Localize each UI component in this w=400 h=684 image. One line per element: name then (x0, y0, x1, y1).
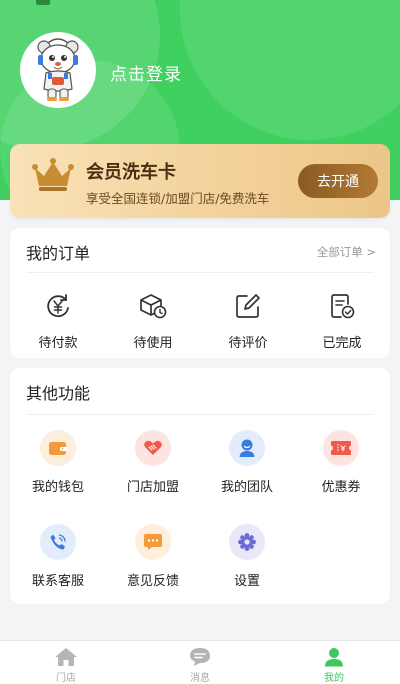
orders-title: 我的订单 (26, 244, 91, 263)
functions-card: 其他功能 我的钱包 门店加盟 我的团队 优惠券 联系客服 意见反馈 设置 (10, 368, 390, 604)
func-label: 设置 (233, 574, 260, 589)
tab-store[interactable]: 门店 (36, 647, 96, 684)
func-franchise[interactable]: 门店加盟 (108, 430, 198, 495)
wallet-icon-bg (40, 430, 76, 466)
phone-icon (50, 534, 66, 550)
tab-mine[interactable]: 我的 (304, 647, 364, 684)
orders-card: 我的订单 全部订单 > 待付款 待使用 待评价 已完成 (10, 228, 390, 358)
divider (26, 272, 374, 273)
crown-icon (32, 158, 74, 196)
functions-title: 其他功能 (26, 384, 91, 403)
vip-card[interactable]: 会员洗车卡 享受全国连锁/加盟门店/免费洗车 去开通 (10, 144, 390, 218)
feedback-icon (144, 534, 162, 550)
tab-label: 消息 (190, 673, 210, 684)
func-label: 我的钱包 (31, 480, 84, 495)
header-decoration (180, 0, 400, 140)
handshake-icon (144, 440, 162, 455)
team-user-icon (239, 439, 255, 457)
edit-pencil-icon (234, 292, 262, 324)
team-icon-bg (229, 430, 265, 466)
document-check-icon (328, 292, 356, 324)
coupon-icon-bg (323, 430, 359, 466)
order-to-use[interactable]: 待使用 (113, 292, 193, 351)
all-orders-link[interactable]: 全部订单 > (317, 244, 376, 260)
order-pending-payment[interactable]: 待付款 (18, 292, 98, 351)
func-feedback[interactable]: 意见反馈 (108, 524, 198, 589)
bottom-tab-bar: 门店 消息 我的 (0, 640, 400, 684)
func-label: 优惠券 (321, 480, 361, 495)
func-team[interactable]: 我的团队 (202, 430, 292, 495)
coupon-icon (331, 441, 351, 455)
settings-icon-bg (229, 524, 265, 560)
divider (26, 414, 374, 415)
wallet-icon (49, 442, 67, 455)
package-clock-icon (138, 292, 168, 324)
func-wallet[interactable]: 我的钱包 (13, 430, 103, 495)
phone-icon-bg (40, 524, 76, 560)
func-label: 意见反馈 (126, 574, 179, 589)
activate-vip-button[interactable]: 去开通 (298, 164, 378, 198)
func-settings[interactable]: 设置 (202, 524, 292, 589)
vip-title: 会员洗车卡 (86, 162, 176, 183)
order-to-review[interactable]: 待评价 (208, 292, 288, 351)
func-coupon[interactable]: 优惠券 (296, 430, 386, 495)
handshake-icon-bg (135, 430, 171, 466)
func-label: 联系客服 (31, 574, 84, 589)
status-indicator (36, 0, 50, 5)
order-label: 待评价 (228, 336, 268, 351)
order-completed[interactable]: 已完成 (302, 292, 382, 351)
func-label: 我的团队 (220, 480, 273, 495)
settings-gear-icon (238, 533, 256, 551)
order-label: 已完成 (322, 336, 362, 351)
tab-messages[interactable]: 消息 (170, 647, 230, 684)
order-label: 待使用 (133, 336, 173, 351)
mascot-avatar-icon (37, 38, 79, 101)
tab-label: 门店 (56, 673, 76, 684)
vip-subtitle: 享受全国连锁/加盟门店/免费洗车 (86, 191, 270, 206)
tab-label: 我的 (324, 673, 344, 684)
func-customer-service[interactable]: 联系客服 (13, 524, 103, 589)
feedback-icon-bg (135, 524, 171, 560)
message-icon (190, 648, 210, 666)
yen-coin-icon (44, 292, 72, 324)
order-label: 待付款 (38, 336, 78, 351)
func-label: 门店加盟 (126, 480, 179, 495)
avatar[interactable] (20, 32, 96, 108)
home-icon (55, 648, 77, 666)
profile-icon (325, 648, 343, 667)
login-link[interactable]: 点击登录 (110, 60, 182, 85)
